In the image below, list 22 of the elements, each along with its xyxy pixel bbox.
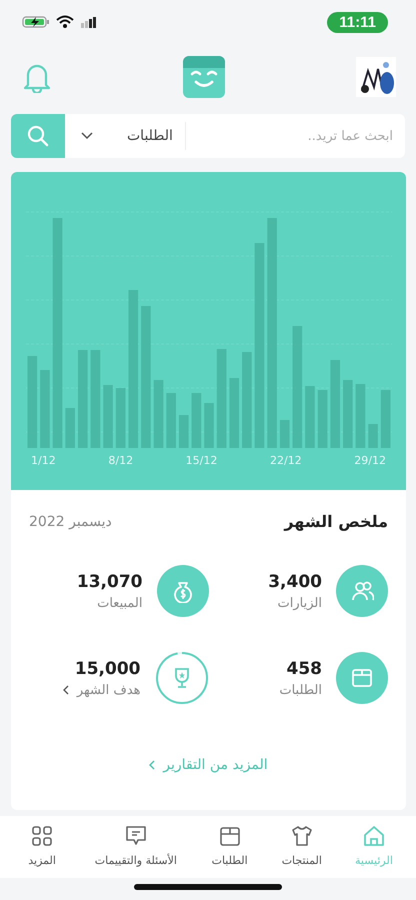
- nav-tab[interactable]: المنتجات: [266, 816, 338, 878]
- stat-label: الزيارات: [278, 596, 322, 610]
- scope-dropdown[interactable]: الطلبات: [65, 122, 186, 150]
- axis-label: 22/12: [270, 454, 302, 467]
- nav-tab[interactable]: المزيد: [6, 816, 78, 878]
- stat-value: 3,400: [268, 572, 322, 592]
- nav-tab[interactable]: الطلبات: [194, 816, 266, 878]
- stat-label: المبيعات: [97, 596, 142, 610]
- stat-label: الطلبات: [279, 682, 322, 698]
- search-field[interactable]: ابحث عما تريد.. الطلبات: [65, 114, 405, 158]
- stat-value: 13,070: [76, 572, 142, 592]
- section-title: ملخص الشهر: [284, 512, 388, 531]
- clock-time: 11:11: [327, 12, 388, 32]
- stat-label: هدف الشهر: [76, 682, 140, 698]
- axis-label: 1/12: [31, 454, 56, 467]
- period-label: ديسمبر 2022: [29, 514, 112, 530]
- stat-value: 15,000: [74, 658, 140, 678]
- axis-label: 29/12: [354, 454, 386, 467]
- stat-value: 458: [286, 658, 322, 678]
- axis-label: 8/12: [108, 454, 134, 467]
- nav-tab[interactable]: الأسئلة والتقييمات: [78, 816, 194, 878]
- axis-label: 15/12: [186, 454, 218, 467]
